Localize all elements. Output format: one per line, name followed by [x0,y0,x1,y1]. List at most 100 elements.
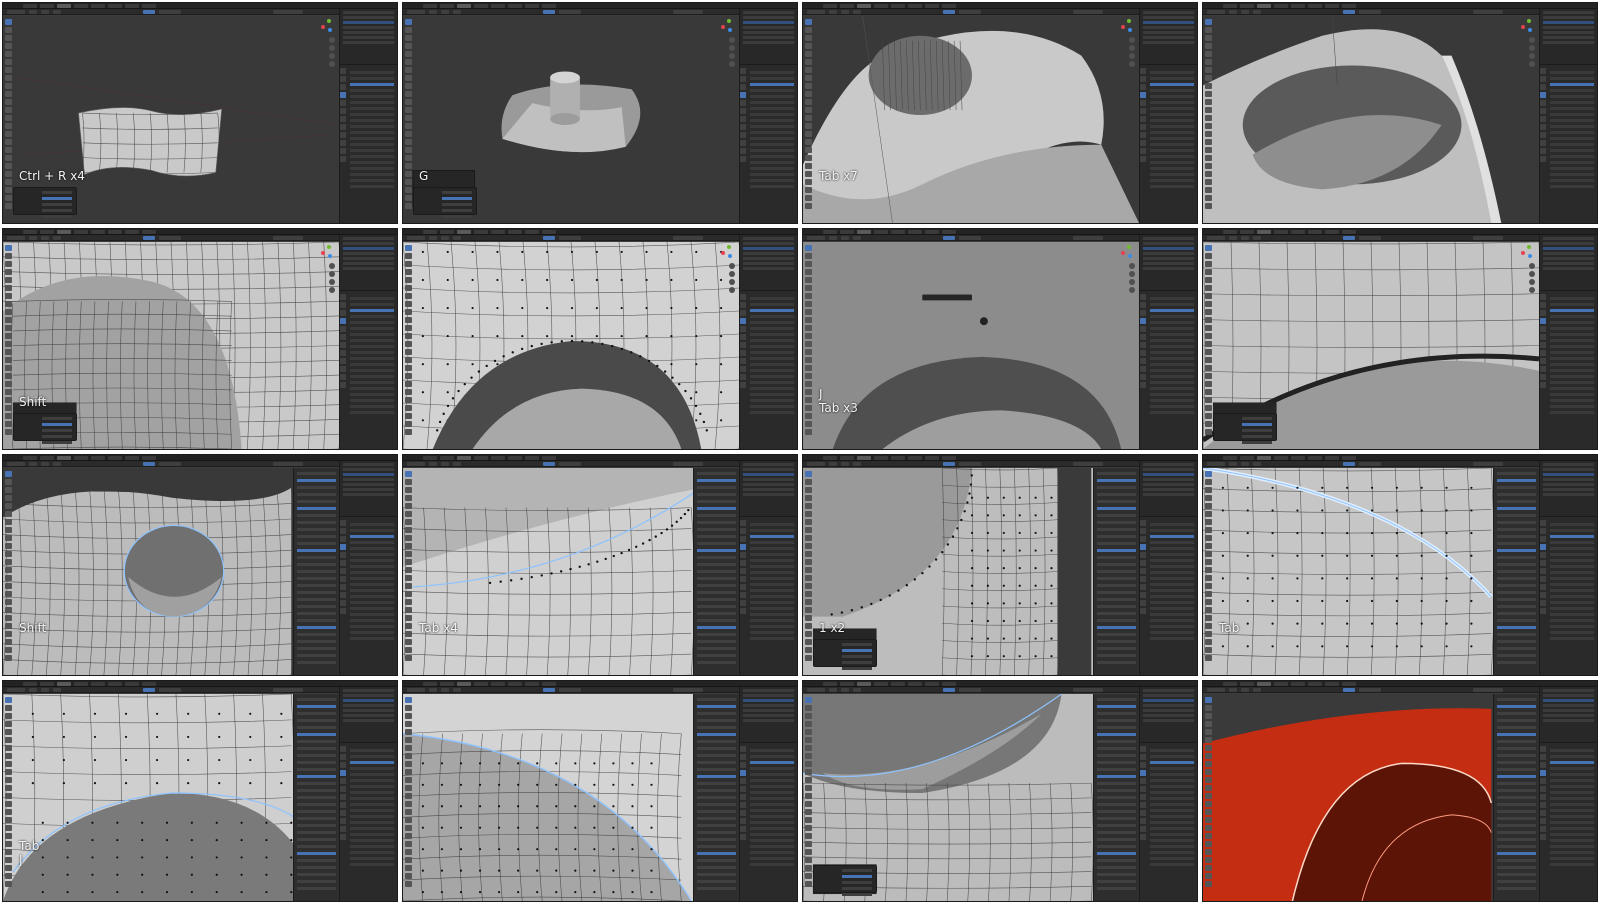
workspace-tabs[interactable] [23,682,156,686]
tool-shelf[interactable] [805,697,813,895]
outliner[interactable] [340,461,397,517]
viewport-header[interactable] [803,9,1139,15]
properties-panel[interactable] [1540,66,1597,223]
viewport-header[interactable] [1203,9,1539,15]
3d-viewport[interactable] [1203,468,1539,675]
property-tabs[interactable] [1140,294,1147,449]
tool-shelf[interactable] [1205,471,1213,669]
property-tabs[interactable] [1540,294,1547,449]
navigation-buttons[interactable] [1529,37,1535,67]
outliner[interactable] [1540,235,1597,291]
workspace-tabs[interactable] [823,682,956,686]
viewport-header[interactable] [403,461,739,467]
workspace-tabs[interactable] [423,456,556,460]
axis-gizmo-icon[interactable] [1121,19,1133,33]
last-operator-panel[interactable] [1213,413,1277,444]
workspace-tabs[interactable] [823,456,956,460]
tool-shelf[interactable] [405,471,413,669]
navigation-buttons[interactable] [329,37,335,67]
axis-gizmo-icon[interactable] [1121,245,1133,259]
tool-shelf[interactable] [805,245,813,443]
properties-editor[interactable] [1139,235,1197,449]
last-operator-panel[interactable] [13,187,77,218]
tool-shelf[interactable] [5,245,13,443]
properties-panel[interactable] [1140,744,1197,901]
outliner[interactable] [740,235,797,291]
outliner[interactable] [1140,235,1197,291]
properties-panel[interactable] [740,744,797,901]
last-operator-panel[interactable] [413,187,477,218]
sidebar-n-panel[interactable] [693,468,739,675]
workspace-tabs[interactable] [423,682,556,686]
property-tabs[interactable] [340,294,347,449]
properties-panel[interactable] [1540,292,1597,449]
properties-editor[interactable] [739,235,797,449]
3d-viewport[interactable] [403,242,739,449]
outliner[interactable] [340,235,397,291]
outliner[interactable] [1140,687,1197,743]
properties-panel[interactable] [1540,744,1597,901]
viewport-header[interactable] [403,687,739,693]
property-tabs[interactable] [340,520,347,675]
tool-shelf[interactable] [1205,245,1213,443]
properties-editor[interactable] [1539,687,1597,901]
viewport-header[interactable] [1203,687,1539,693]
workspace-tabs[interactable] [23,4,156,8]
properties-editor[interactable] [339,9,397,223]
properties-editor[interactable] [739,9,797,223]
workspace-tabs[interactable] [823,230,956,234]
axis-gizmo-icon[interactable] [1521,245,1533,259]
viewport-header[interactable] [803,235,1139,241]
properties-editor[interactable] [339,687,397,901]
property-tabs[interactable] [1540,68,1547,223]
properties-editor[interactable] [739,687,797,901]
property-tabs[interactable] [740,746,747,901]
property-tabs[interactable] [340,68,347,223]
workspace-tabs[interactable] [1223,230,1356,234]
tool-shelf[interactable] [405,19,413,217]
tool-shelf[interactable] [405,697,413,895]
navigation-buttons[interactable] [1129,263,1135,293]
properties-panel[interactable] [740,66,797,223]
property-tabs[interactable] [1140,746,1147,901]
properties-editor[interactable] [1139,9,1197,223]
properties-panel[interactable] [740,518,797,675]
properties-editor[interactable] [1539,235,1597,449]
3d-viewport[interactable] [403,468,739,675]
sidebar-n-panel[interactable] [1493,694,1539,901]
properties-editor[interactable] [1139,687,1197,901]
viewport-header[interactable] [3,235,339,241]
last-operator-panel[interactable] [813,639,877,670]
tool-shelf[interactable] [405,245,413,443]
outliner[interactable] [740,687,797,743]
properties-editor[interactable] [339,461,397,675]
outliner[interactable] [340,9,397,65]
property-tabs[interactable] [340,746,347,901]
sidebar-n-panel[interactable] [1093,468,1139,675]
outliner[interactable] [1540,9,1597,65]
axis-gizmo-icon[interactable] [321,245,333,259]
3d-viewport[interactable] [3,468,339,675]
properties-editor[interactable] [339,235,397,449]
3d-viewport[interactable] [3,694,339,901]
sidebar-n-panel[interactable] [693,694,739,901]
property-tabs[interactable] [740,520,747,675]
properties-panel[interactable] [1140,292,1197,449]
properties-editor[interactable] [1539,9,1597,223]
properties-editor[interactable] [739,461,797,675]
properties-panel[interactable] [1540,518,1597,675]
properties-editor[interactable] [1139,461,1197,675]
viewport-header[interactable] [803,461,1139,467]
properties-panel[interactable] [1140,518,1197,675]
property-tabs[interactable] [740,294,747,449]
properties-panel[interactable] [340,744,397,901]
axis-gizmo-icon[interactable] [1521,19,1533,33]
viewport-header[interactable] [3,461,339,467]
tool-shelf[interactable] [5,19,13,217]
outliner[interactable] [1540,687,1597,743]
3d-viewport[interactable] [1203,16,1539,223]
workspace-tabs[interactable] [1223,456,1356,460]
workspace-tabs[interactable] [423,4,556,8]
3d-viewport[interactable] [403,694,739,901]
axis-gizmo-icon[interactable] [721,245,733,259]
